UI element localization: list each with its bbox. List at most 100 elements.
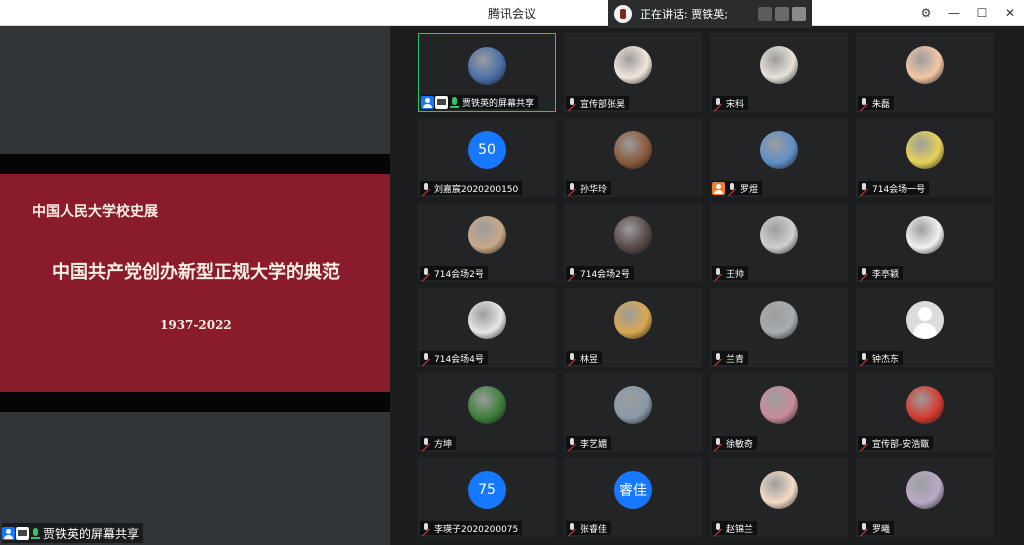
participant-name: 钟杰东 — [872, 354, 900, 365]
window-controls: ⚙ — ☐ ✕ — [912, 0, 1024, 26]
name-bar: 兰青 — [712, 351, 749, 365]
participant-name: 宣传部-安浩甑 — [872, 439, 930, 450]
slide-title: 中国共产党创办新型正规大学的典范 — [52, 262, 340, 283]
participant-name: 刘嘉宸2020200150 — [434, 184, 519, 195]
participant-name: 孙华玲 — [580, 184, 608, 195]
user-icon — [2, 526, 15, 540]
avatar — [614, 46, 652, 84]
participant-tile[interactable]: 林昱 — [564, 288, 702, 367]
name-bar: 714会场一号 — [858, 181, 930, 195]
avatar — [614, 301, 652, 339]
pen-icon[interactable] — [758, 7, 772, 21]
mic-muted-icon — [420, 182, 432, 194]
mic-muted-icon — [566, 352, 578, 364]
participant-tile[interactable]: 罗煜 — [710, 118, 848, 197]
share-status-label: 贾铁英的屏幕共享 — [43, 526, 140, 541]
slide-subtitle: 中国人民大学校史展 — [32, 204, 158, 220]
user-icon — [421, 95, 434, 109]
participant-tile[interactable]: 宣传部-安浩甑 — [856, 373, 994, 452]
screen-share-view: 中国人民大学校史展 中国共产党创办新型正规大学的典范 1937-2022 — [0, 26, 390, 545]
name-bar: 贾铁英的屏幕共享 — [421, 95, 539, 109]
name-bar: 刘嘉宸2020200150 — [420, 181, 523, 195]
participant-tile[interactable]: 714会场2号 — [564, 203, 702, 282]
participant-name: 李瑛子2020200075 — [434, 524, 519, 535]
participant-tile[interactable]: 钟杰东 — [856, 288, 994, 367]
participant-name: 王帅 — [726, 269, 745, 280]
participant-tile[interactable]: 贾铁英的屏幕共享 — [418, 33, 556, 112]
name-bar: 王帅 — [712, 266, 749, 280]
mic-muted-icon — [712, 437, 724, 449]
participant-tile[interactable]: 孙华玲 — [564, 118, 702, 197]
participant-grid: 贾铁英的屏幕共享 宣传部张昊 宋科 朱磊 50 刘嘉宸2020200150 孙华玲 罗煜 714… — [418, 33, 1002, 541]
participant-tile[interactable]: 李亭颖 — [856, 203, 994, 282]
participant-tile[interactable]: 方坤 — [418, 373, 556, 452]
name-bar: 方坤 — [420, 436, 457, 450]
avatar — [614, 131, 652, 169]
participant-tile[interactable]: 赵锦兰 — [710, 458, 848, 537]
mic-muted-icon — [420, 267, 432, 279]
participant-tile[interactable]: 兰青 — [710, 288, 848, 367]
minimize-button[interactable]: — — [940, 0, 968, 26]
participant-tile[interactable]: 罗曦 — [856, 458, 994, 537]
screen-share-icon — [435, 95, 448, 109]
avatar — [760, 471, 798, 509]
close-button[interactable]: ✕ — [996, 0, 1024, 26]
mic-muted-icon — [566, 437, 578, 449]
mic-muted-icon — [858, 437, 870, 449]
participant-tile[interactable]: 睿佳 张睿佳 — [564, 458, 702, 537]
participant-name: 徐敏奇 — [726, 439, 754, 450]
participant-name: 林昱 — [580, 354, 599, 365]
avatar — [468, 47, 506, 85]
participant-tile[interactable]: 李艺媚 — [564, 373, 702, 452]
avatar — [468, 386, 506, 424]
participant-name: 李亭颖 — [872, 269, 900, 280]
participant-tile[interactable]: 王帅 — [710, 203, 848, 282]
slide-letterbox-top — [0, 154, 390, 174]
participant-name: 朱磊 — [872, 99, 891, 110]
mic-muted-icon — [566, 267, 578, 279]
name-bar: 李艺媚 — [566, 436, 612, 450]
participant-tile[interactable]: 50 刘嘉宸2020200150 — [418, 118, 556, 197]
participant-name: 方坤 — [434, 439, 453, 450]
mic-muted-icon — [420, 437, 432, 449]
participant-tile[interactable]: 朱磊 — [856, 33, 994, 112]
title-bar: 腾讯会议 ⚙ — ☐ ✕ — [0, 0, 1024, 26]
name-bar: 钟杰东 — [858, 351, 904, 365]
participant-tile[interactable]: 714会场4号 — [418, 288, 556, 367]
avatar — [614, 216, 652, 254]
settings-icon[interactable]: ⚙ — [912, 0, 940, 26]
participant-name: 贾铁英的屏幕共享 — [462, 98, 535, 109]
participant-tile[interactable]: 徐敏奇 — [710, 373, 848, 452]
avatar — [468, 216, 506, 254]
mic-muted-icon — [858, 267, 870, 279]
participant-name: 宣传部张昊 — [580, 99, 626, 110]
avatar: 睿佳 — [614, 471, 652, 509]
participant-name: 罗曦 — [872, 524, 891, 535]
participant-name: 赵锦兰 — [726, 524, 754, 535]
maximize-button[interactable]: ☐ — [968, 0, 996, 26]
avatar — [906, 46, 944, 84]
name-bar: 罗煜 — [712, 181, 763, 195]
mic-muted-icon — [566, 522, 578, 534]
participant-tile[interactable]: 75 李瑛子2020200075 — [418, 458, 556, 537]
speaker-tools — [758, 7, 806, 21]
participant-tile[interactable]: 宣传部张昊 — [564, 33, 702, 112]
participant-name: 宋科 — [726, 99, 745, 110]
name-bar: 朱磊 — [858, 96, 895, 110]
participant-tile[interactable]: 714会场2号 — [418, 203, 556, 282]
undo-icon[interactable] — [792, 7, 806, 21]
avatar — [614, 386, 652, 424]
mic-muted-icon — [566, 97, 578, 109]
avatar — [760, 46, 798, 84]
name-bar: 714会场4号 — [420, 351, 488, 365]
name-bar: 宋科 — [712, 96, 749, 110]
mic-muted-icon — [712, 522, 724, 534]
avatar — [906, 471, 944, 509]
participant-name: 714会场4号 — [434, 354, 484, 365]
name-bar: 李瑛子2020200075 — [420, 521, 523, 535]
participant-tile[interactable]: 714会场一号 — [856, 118, 994, 197]
participant-tile[interactable]: 宋科 — [710, 33, 848, 112]
eraser-icon[interactable] — [775, 7, 789, 21]
user-icon — [712, 181, 725, 195]
name-bar: 孙华玲 — [566, 181, 612, 195]
